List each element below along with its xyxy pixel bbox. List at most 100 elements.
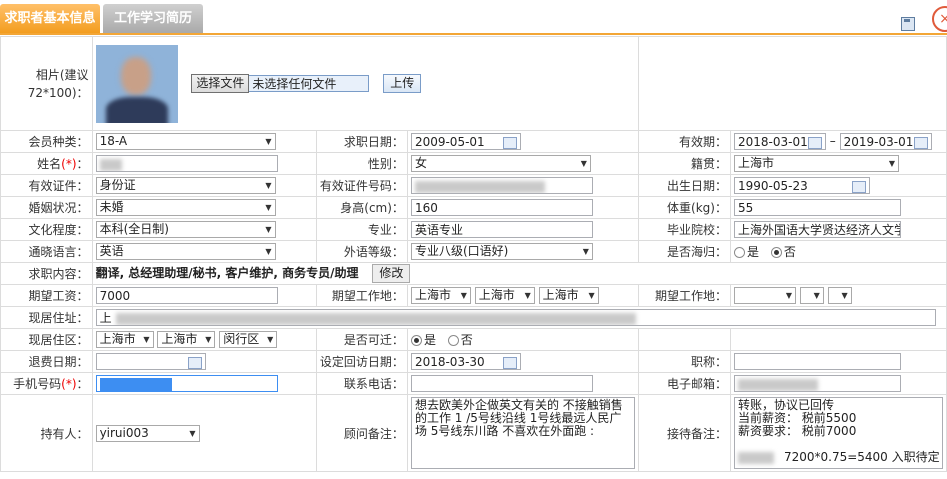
language-select[interactable]: 英语 (95, 243, 276, 260)
choose-file-button[interactable]: 选择文件 (191, 74, 250, 93)
valid-to-input[interactable]: 2019-03-01 (839, 133, 932, 150)
row-id-type: 有效证件： 身份证 有效证件号码： 出生日期： 1990-05-23 (0, 174, 947, 197)
valid-period-label: 有效期： (637, 130, 731, 153)
returnee-label: 是否海归： (637, 240, 731, 263)
reception-note-label: 接待备注： (637, 394, 731, 472)
consultant-note-textarea[interactable]: 想去欧美外企做英文有关的 不接触销售的工作 1 /5号线沿线 1号线最远人民广场… (410, 397, 635, 469)
returnee-no-label: 否 (783, 245, 796, 259)
edit-job-content-button[interactable]: 修改 (372, 264, 411, 283)
native-place-select[interactable]: 上海市 (733, 155, 899, 172)
required-mark: (*) (61, 157, 77, 171)
language-level-label: 外语等级： (315, 240, 408, 263)
marital-label: 婚姻状况： (0, 196, 93, 219)
upload-button[interactable]: 上传 (383, 74, 422, 93)
address-label: 现居住址： (0, 306, 93, 329)
reception-note-textarea[interactable]: 转账，协议已回传 当前薪资： 税前5500 薪资要求： 税前7000 7200*… (733, 397, 943, 469)
id-type-select[interactable]: 身份证 (95, 177, 276, 194)
id-number-input[interactable] (410, 177, 593, 194)
major-input[interactable]: 英语专业 (410, 221, 593, 238)
work-place-label-2: 期望工作地： (637, 284, 731, 307)
language-label: 通晓语言： (0, 240, 93, 263)
work-place-district-select[interactable]: 上海市 (538, 287, 599, 304)
visit-date-label: 设定回访日期： (315, 350, 408, 373)
work-place2-province-select[interactable] (733, 287, 796, 304)
tab-bar: 求职者基本信息 工作学习简历 × (0, 0, 947, 36)
education-label: 文化程度： (0, 218, 93, 241)
district-city-select[interactable]: 上海市 (157, 331, 216, 348)
name-input[interactable] (95, 155, 278, 172)
valid-to-value: 2019-03-01 (843, 135, 914, 149)
work-place-city-select[interactable]: 上海市 (474, 287, 535, 304)
district-blank (729, 328, 947, 351)
mobile-input[interactable] (95, 375, 278, 392)
calendar-icon[interactable] (502, 357, 517, 369)
relocate-no-radio[interactable] (447, 335, 459, 346)
salary-input[interactable]: 7000 (95, 287, 278, 304)
work-place2-city-select[interactable] (799, 287, 824, 304)
member-type-select[interactable]: 18-A (95, 133, 276, 150)
holder-select[interactable]: yirui003 (95, 424, 200, 442)
close-icon[interactable]: × (932, 6, 947, 32)
mobile-label: 手机号码(*)： (0, 372, 93, 395)
major-label: 专业： (315, 218, 408, 241)
id-number-label: 有效证件号码： (315, 174, 408, 197)
valid-from-input[interactable]: 2018-03-01 (733, 133, 826, 150)
apply-date-input[interactable]: 2009-05-01 (410, 133, 521, 150)
photo-cell: 选择文件 未选择任何文件 上传 (91, 36, 639, 131)
district-area-select[interactable]: 闵行区 (219, 331, 278, 348)
tab-basic-info[interactable]: 求职者基本信息 (0, 4, 100, 33)
email-input[interactable] (733, 375, 901, 392)
calendar-icon[interactable] (502, 137, 517, 149)
relocate-no-label: 否 (460, 333, 473, 347)
school-label: 毕业院校： (637, 218, 731, 241)
school-input[interactable]: 上海外国语大学贤达经济人文学 (733, 221, 901, 238)
relocate-yes-label: 是 (423, 333, 436, 347)
valid-from-value: 2018-03-01 (737, 135, 808, 149)
calendar-icon[interactable] (913, 137, 928, 149)
job-title-input[interactable] (733, 353, 901, 370)
returnee-no-radio[interactable] (770, 247, 782, 258)
weight-input[interactable]: 55 (733, 199, 901, 216)
row-language: 通晓语言： 英语 外语等级： 专业八级(口语好) 是否海归： 是 否 (0, 240, 947, 263)
height-input[interactable]: 160 (410, 199, 593, 216)
birth-date-value: 1990-05-23 (737, 179, 808, 193)
work-place2-district-select[interactable] (827, 287, 852, 304)
email-label: 电子邮箱： (637, 372, 731, 395)
telephone-input[interactable] (410, 375, 593, 392)
candidate-photo (95, 44, 178, 123)
row-holder: 持有人： yirui003 顾问备注： 想去欧美外企做英文有关的 不接触销售的工… (0, 394, 947, 472)
returnee-yes-label: 是 (746, 245, 759, 259)
relocate-yes-radio[interactable] (410, 335, 422, 346)
returnee-yes-radio[interactable] (733, 247, 745, 258)
holder-label: 持有人： (0, 394, 93, 472)
calendar-icon[interactable] (807, 137, 822, 149)
row-name: 姓名(*)： 性别： 女 籍贯： 上海市 (0, 152, 947, 175)
visit-date-input[interactable]: 2018-03-30 (410, 353, 521, 370)
file-name-display: 未选择任何文件 (249, 75, 370, 92)
photo-blank (637, 36, 947, 131)
district-province-select[interactable]: 上海市 (95, 331, 154, 348)
marital-select[interactable]: 未婚 (95, 199, 276, 216)
refund-date-input[interactable] (95, 353, 206, 370)
consultant-note-label: 顾问备注： (315, 394, 408, 472)
language-level-select[interactable]: 专业八级(口语好) (410, 243, 593, 260)
gender-select[interactable]: 女 (410, 155, 591, 172)
save-icon[interactable] (901, 17, 915, 31)
birth-date-input[interactable]: 1990-05-23 (733, 177, 870, 194)
address-input[interactable]: 上 (95, 309, 936, 326)
relocate-label: 是否可迁： (315, 328, 408, 351)
calendar-icon[interactable] (851, 181, 866, 193)
photo-row: 相片(建议72*100)： 选择文件 未选择任何文件 上传 (0, 36, 947, 131)
candidate-form: 相片(建议72*100)： 选择文件 未选择任何文件 上传 会员种类： 18-A … (0, 36, 947, 472)
education-select[interactable]: 本科(全日制) (95, 221, 276, 238)
apply-date-value: 2009-05-01 (414, 135, 485, 149)
tab-resume[interactable]: 工作学习简历 (103, 4, 203, 33)
valid-period-separator: – (829, 134, 836, 148)
gender-label: 性别： (315, 152, 408, 175)
calendar-icon[interactable] (187, 357, 202, 369)
telephone-label: 联系电话： (315, 372, 408, 395)
work-place-province-select[interactable]: 上海市 (410, 287, 471, 304)
member-type-label: 会员种类： (0, 130, 93, 153)
native-place-label: 籍贯： (637, 152, 731, 175)
height-label: 身高(cm)： (315, 196, 408, 219)
